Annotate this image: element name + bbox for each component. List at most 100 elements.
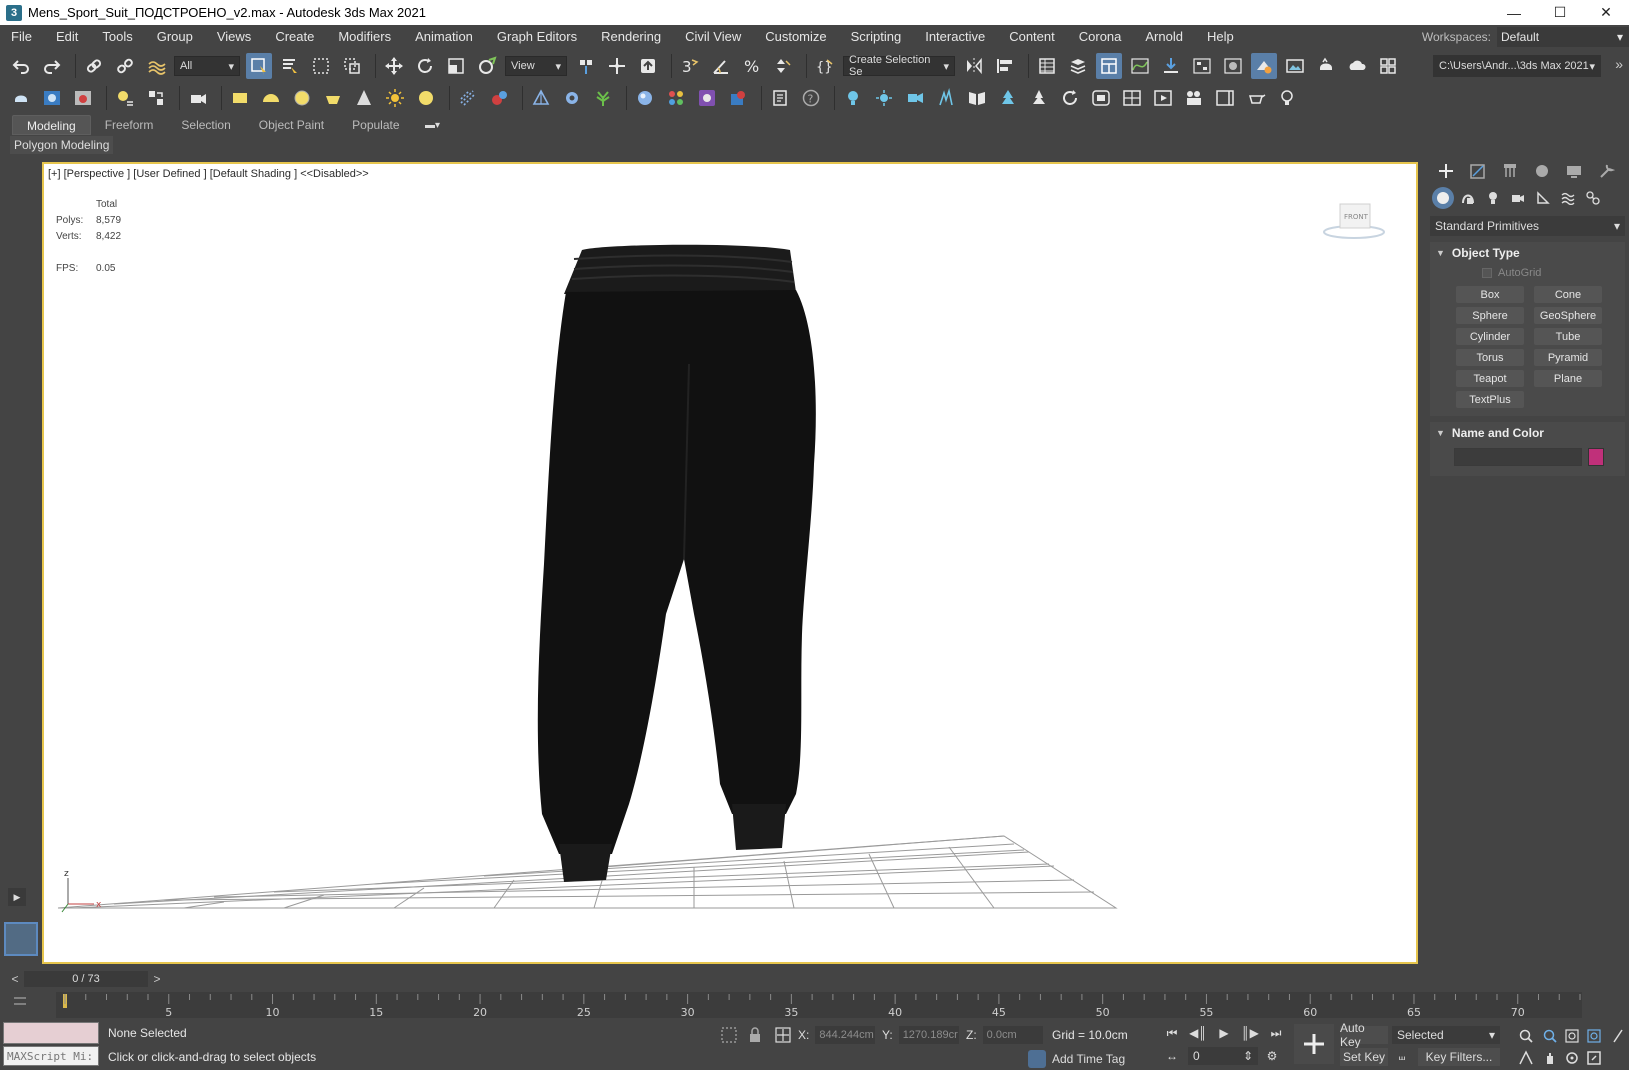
torus-button[interactable]: Torus xyxy=(1456,349,1524,366)
a360-gallery-icon[interactable] xyxy=(1375,53,1401,79)
current-frame-field[interactable]: 0 ⇕ xyxy=(1188,1047,1258,1065)
spinner-snap-icon[interactable] xyxy=(770,53,796,79)
ribbon-tab-populate[interactable]: Populate xyxy=(338,115,413,135)
rendered-frame-window-icon[interactable] xyxy=(1282,53,1308,79)
menu-create[interactable]: Create xyxy=(263,25,326,49)
omni-light-icon[interactable] xyxy=(871,85,897,111)
render-frame-icon[interactable] xyxy=(70,85,96,111)
plane-primitive-icon[interactable] xyxy=(227,85,253,111)
name-and-color-header[interactable]: ▼ Name and Color xyxy=(1430,422,1625,444)
rectangular-selection-icon[interactable] xyxy=(308,53,334,79)
hemisphere-primitive-icon[interactable] xyxy=(258,85,284,111)
select-manipulate-icon[interactable] xyxy=(604,53,630,79)
named-selection-dropdown[interactable]: Create Selection Se ▾ xyxy=(843,54,955,78)
schematic-view-icon[interactable] xyxy=(1189,53,1215,79)
menu-graph-editors[interactable]: Graph Editors xyxy=(485,25,589,49)
menu-interactive[interactable]: Interactive xyxy=(913,25,997,49)
selection-filter-dropdown[interactable]: All ▾ xyxy=(174,56,240,76)
close-button[interactable]: ✕ xyxy=(1583,0,1629,25)
window-crossing-icon[interactable] xyxy=(339,53,365,79)
cone-primitive-icon[interactable] xyxy=(351,85,377,111)
scene-states-icon[interactable] xyxy=(725,85,751,111)
cameras-category-icon[interactable] xyxy=(1507,187,1529,209)
pivot-center-icon[interactable] xyxy=(573,53,599,79)
maximize-viewport-corner-icon[interactable] xyxy=(1608,1026,1628,1046)
select-by-name-icon[interactable] xyxy=(277,53,303,79)
textplus-button[interactable]: TextPlus xyxy=(1456,391,1524,408)
polygon-modeling-panel[interactable]: Polygon Modeling xyxy=(10,136,114,154)
reference-coord-dropdown[interactable]: View ▾ xyxy=(505,56,567,76)
isolate-selection-icon[interactable] xyxy=(720,1026,738,1044)
lights-category-icon[interactable] xyxy=(1482,187,1504,209)
viewcube[interactable]: FRONT xyxy=(1322,198,1386,242)
menu-customize[interactable]: Customize xyxy=(753,25,838,49)
bone-tools-icon[interactable] xyxy=(528,85,554,111)
teapot-icon[interactable] xyxy=(1243,85,1269,111)
ribbon-options-icon[interactable]: ▬▾ xyxy=(420,118,446,132)
display-tab-icon[interactable] xyxy=(1562,159,1586,183)
curve-editor-icon[interactable] xyxy=(1127,53,1153,79)
gear-icon[interactable] xyxy=(559,85,585,111)
next-key-icon[interactable]: ║▶ xyxy=(1240,1024,1260,1042)
teapot-button[interactable]: Teapot xyxy=(1456,370,1524,387)
play-icon[interactable]: ▶ xyxy=(1214,1024,1234,1042)
maxscript-mini-listener[interactable]: MAXScript Mi: xyxy=(3,1046,99,1066)
sphere-button[interactable]: Sphere xyxy=(1456,307,1524,324)
y-coordinate-field[interactable]: 1270.189cr xyxy=(898,1026,959,1044)
rotate-icon[interactable] xyxy=(412,53,438,79)
space-warps-category-icon[interactable] xyxy=(1557,187,1579,209)
place-icon[interactable] xyxy=(474,53,500,79)
toolbar-overflow-icon[interactable]: » xyxy=(1615,56,1623,72)
menu-content[interactable]: Content xyxy=(997,25,1067,49)
light-bulb-icon[interactable] xyxy=(840,85,866,111)
tree-icon[interactable] xyxy=(995,85,1021,111)
default-in-out-tangent-icon[interactable]: ⧢ xyxy=(1392,1047,1412,1065)
tree-alt-icon[interactable] xyxy=(1026,85,1052,111)
render-in-cloud-icon[interactable] xyxy=(1344,53,1370,79)
menu-corona[interactable]: Corona xyxy=(1067,25,1134,49)
shapes-category-icon[interactable] xyxy=(1457,187,1479,209)
autogrid-box[interactable] xyxy=(1482,268,1492,278)
expand-viewport-layout-icon[interactable]: ▶ xyxy=(8,888,26,906)
photometric-light-icon[interactable] xyxy=(1274,85,1300,111)
hierarchy-tab-icon[interactable] xyxy=(1498,159,1522,183)
field-of-view-icon[interactable] xyxy=(1516,1048,1536,1068)
percent-snap-icon[interactable]: % xyxy=(739,53,765,79)
bowl-primitive-icon[interactable] xyxy=(320,85,346,111)
safe-frame-icon[interactable] xyxy=(1119,85,1145,111)
maxscript-listener-output[interactable] xyxy=(3,1022,99,1044)
menu-animation[interactable]: Animation xyxy=(403,25,485,49)
angle-snap-icon[interactable] xyxy=(708,53,734,79)
ribbon-tab-modeling[interactable]: Modeling xyxy=(12,115,91,135)
light-lister-icon[interactable] xyxy=(112,85,138,111)
particle-system-icon[interactable] xyxy=(455,85,481,111)
scatter-icon[interactable] xyxy=(933,85,959,111)
preview-camera-icon[interactable] xyxy=(1181,85,1207,111)
menu-tools[interactable]: Tools xyxy=(90,25,144,49)
render-setup-icon[interactable] xyxy=(1251,53,1277,79)
set-keys-icon[interactable] xyxy=(1294,1024,1334,1064)
object-type-header[interactable]: ▼ Object Type xyxy=(1430,242,1625,264)
scale-icon[interactable] xyxy=(443,53,469,79)
bind-space-warp-icon[interactable] xyxy=(143,53,169,79)
sky-dome-icon[interactable] xyxy=(413,85,439,111)
helpers-category-icon[interactable] xyxy=(1532,187,1554,209)
minimize-button[interactable]: — xyxy=(1491,0,1537,25)
foliage-icon[interactable] xyxy=(590,85,616,111)
workspace-dropdown[interactable]: Default ▾ xyxy=(1497,27,1629,47)
edit-named-selection-icon[interactable]: {} xyxy=(812,53,838,79)
menu-civil-view[interactable]: Civil View xyxy=(673,25,753,49)
autogrid-checkbox[interactable]: AutoGrid xyxy=(1430,264,1625,282)
create-tab-icon[interactable] xyxy=(1434,159,1458,183)
key-selection-dropdown[interactable]: Selected ▾ xyxy=(1392,1026,1500,1044)
menu-edit[interactable]: Edit xyxy=(44,25,90,49)
go-to-start-icon[interactable]: ⏮ xyxy=(1162,1024,1182,1042)
menu-file[interactable]: File xyxy=(0,25,44,49)
viewport-layout-icon[interactable] xyxy=(1212,85,1238,111)
time-configuration-icon[interactable]: ⚙ xyxy=(1262,1047,1282,1065)
move-icon[interactable] xyxy=(381,53,407,79)
menu-views[interactable]: Views xyxy=(205,25,263,49)
previous-frame-icon[interactable]: < xyxy=(8,972,22,986)
menu-help[interactable]: Help xyxy=(1195,25,1246,49)
zoom-extents-all-icon[interactable] xyxy=(1584,1026,1604,1046)
